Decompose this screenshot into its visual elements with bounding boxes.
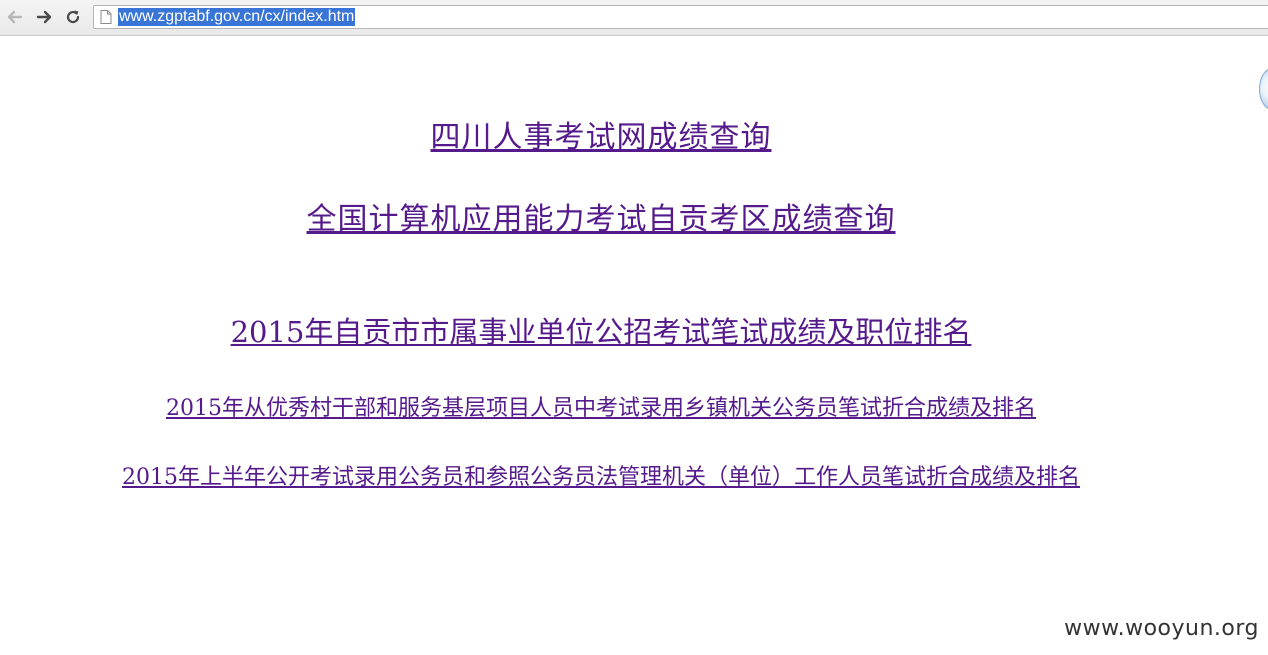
arrow-right-icon [36,10,52,24]
forward-button[interactable] [33,6,55,28]
arrow-left-icon [7,10,23,24]
link-computer-exam-score[interactable]: 全国计算机应用能力考试自贡考区成绩查询 [0,194,1202,238]
reload-button[interactable] [62,6,84,28]
document-icon [100,10,112,24]
url-text[interactable]: www.zgptabf.gov.cn/cx/index.htm [118,8,356,26]
link-sichuan-exam-score[interactable]: 四川人事考试网成绩查询 [0,112,1202,156]
link-civil-servant-score[interactable]: 2015年上半年公开考试录用公务员和参照公务员法管理机关（单位）工作人员笔试折合… [0,459,1202,491]
link-village-cadre-score[interactable]: 2015年从优秀村干部和服务基层项目人员中考试录用乡镇机关公务员笔试折合成绩及排… [0,390,1202,422]
page-content: 四川人事考试网成绩查询 全国计算机应用能力考试自贡考区成绩查询 2015年自贡市… [0,36,1268,655]
watermark: www.wooyun.org [1064,616,1259,641]
address-bar[interactable]: www.zgptabf.gov.cn/cx/index.htm [93,5,1268,29]
reload-icon [66,10,80,24]
browser-toolbar: www.zgptabf.gov.cn/cx/index.htm [0,0,1268,36]
back-button[interactable] [4,6,26,28]
link-public-institution-score[interactable]: 2015年自贡市市属事业单位公招考试笔试成绩及职位排名 [0,309,1202,351]
